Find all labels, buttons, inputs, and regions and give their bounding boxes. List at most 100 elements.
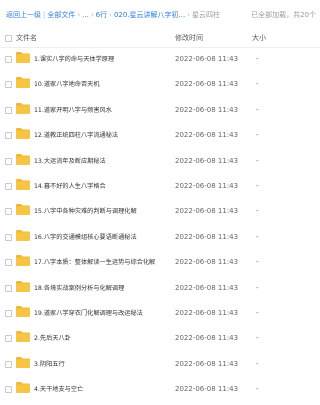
breadcrumb-separator: | — [43, 11, 46, 19]
folder-icon — [16, 178, 30, 190]
row-checkbox[interactable] — [5, 56, 12, 63]
folder-icon — [16, 280, 30, 292]
folder-icon — [16, 255, 30, 267]
file-list: 1.课实八字的命与天体学原理 2022-06-08 11:43 - 10.道家八… — [0, 47, 320, 402]
file-name[interactable]: 3.阴阳五行 — [34, 352, 65, 377]
file-row[interactable]: 3.阴阳五行 2022-06-08 11:43 - — [0, 352, 320, 377]
folder-icon — [16, 128, 30, 140]
file-modified-time: 2022-06-08 11:43 — [175, 131, 239, 140]
file-row[interactable]: 18.各境实战案例分析与化解调理 2022-06-08 11:43 - — [0, 276, 320, 301]
row-checkbox[interactable] — [5, 259, 12, 267]
file-name[interactable]: 15.八字中各种灾难的判断与调理化解 — [34, 199, 137, 224]
column-size-header[interactable]: 大小 — [252, 30, 266, 47]
file-row[interactable]: 17.八字本质：整体解读一生运势与综合化解 2022-06-08 11:43 - — [0, 250, 320, 275]
breadcrumb-level1[interactable]: 6行 — [96, 11, 107, 19]
file-size: - — [256, 207, 259, 216]
file-modified-time: 2022-06-08 11:43 — [175, 258, 239, 267]
file-name[interactable]: 17.八字本质：整体解读一生运势与综合化解 — [34, 250, 155, 275]
file-modified-time: 2022-06-08 11:43 — [175, 283, 239, 292]
file-size: - — [256, 181, 259, 190]
file-row[interactable]: 1.课实八字的命与天体学原理 2022-06-08 11:43 - — [0, 47, 320, 72]
breadcrumb-chevron: › — [77, 11, 81, 19]
file-name[interactable]: 14.暮不好的人生八字格合 — [34, 174, 106, 199]
file-modified-time: 2022-06-08 11:43 — [175, 181, 239, 190]
file-modified-time: 2022-06-08 11:43 — [175, 232, 239, 241]
row-checkbox[interactable] — [5, 106, 12, 114]
folder-icon — [16, 356, 30, 368]
folder-icon — [16, 153, 30, 165]
breadcrumb-chevron: › — [109, 11, 112, 19]
file-size: - — [256, 359, 259, 368]
file-modified-time: 2022-06-08 11:43 — [175, 55, 239, 63]
file-size: - — [256, 308, 259, 317]
file-size: - — [256, 283, 259, 292]
file-row[interactable]: 14.暮不好的人生八字格合 2022-06-08 11:43 - — [0, 174, 320, 199]
row-checkbox[interactable] — [5, 386, 12, 394]
file-row[interactable]: 11.道家开明八字与频害风水 2022-06-08 11:43 - — [0, 98, 320, 123]
file-row[interactable]: 15.八字中各种灾难的判断与调理化解 2022-06-08 11:43 - — [0, 199, 320, 224]
breadcrumb: 返回上一级 | 全部文件 ›... › 6行 › 020.星云讲解八字初... › 星云四柱 — [6, 0, 220, 30]
breadcrumb-current: 星云四柱 — [192, 11, 221, 19]
file-size: - — [256, 131, 259, 140]
file-size: - — [256, 105, 259, 114]
file-name[interactable]: 11.道家开明八字与频害风水 — [34, 98, 112, 123]
file-size: - — [256, 232, 259, 241]
row-checkbox[interactable] — [5, 157, 12, 165]
file-list-header: 文件名 修改时间 大小 — [0, 30, 320, 48]
file-row[interactable]: 19.道家八字穿衣门化解调理与改运秘法 2022-06-08 11:43 - — [0, 301, 320, 326]
file-name[interactable]: 4.天干地支与空亡 — [34, 377, 83, 402]
file-modified-time: 2022-06-08 11:43 — [175, 385, 239, 394]
file-size: - — [256, 385, 259, 394]
file-size: - — [256, 80, 259, 89]
file-row[interactable]: 12.道教正统四柱八字流通秘法 2022-06-08 11:43 - — [0, 123, 320, 148]
file-modified-time: 2022-06-08 11:43 — [175, 80, 239, 89]
file-size: - — [256, 334, 259, 343]
back-link[interactable]: 返回上一级 — [6, 11, 41, 19]
file-size: - — [256, 55, 259, 63]
folder-icon — [16, 229, 30, 241]
column-time-header[interactable]: 修改时间 — [175, 30, 203, 47]
file-name[interactable]: 1.课实八字的命与天体学原理 — [34, 47, 114, 72]
row-checkbox[interactable] — [5, 284, 12, 292]
breadcrumb-ellipsis[interactable]: ... — [82, 11, 89, 19]
breadcrumb-chevron: › — [90, 11, 94, 19]
file-name[interactable]: 2.先后天八卦 — [34, 326, 71, 351]
file-name[interactable]: 12.道教正统四柱八字流通秘法 — [34, 123, 118, 148]
file-name[interactable]: 18.各境实战案例分析与化解调理 — [34, 276, 124, 301]
folder-icon — [16, 305, 30, 317]
file-size: - — [256, 258, 259, 267]
folder-icon — [16, 52, 30, 63]
file-row[interactable]: 2.先后天八卦 2022-06-08 11:43 - — [0, 326, 320, 351]
file-modified-time: 2022-06-08 11:43 — [175, 207, 239, 216]
row-checkbox[interactable] — [5, 81, 12, 89]
folder-icon — [16, 102, 30, 114]
row-checkbox[interactable] — [5, 309, 12, 317]
breadcrumb-chevron: › — [187, 11, 191, 19]
column-name-header[interactable]: 文件名 — [16, 30, 37, 47]
file-row[interactable]: 16.八字的交通模组核心要语断通秘法 2022-06-08 11:43 - — [0, 225, 320, 250]
file-name[interactable]: 13.大运流年及断应期秘法 — [34, 149, 106, 174]
file-modified-time: 2022-06-08 11:43 — [175, 308, 239, 317]
file-name[interactable]: 10.道家八字地命否天机 — [34, 72, 100, 97]
file-modified-time: 2022-06-08 11:43 — [175, 156, 239, 165]
folder-icon — [16, 331, 30, 343]
row-checkbox[interactable] — [5, 182, 12, 190]
file-modified-time: 2022-06-08 11:43 — [175, 359, 239, 368]
file-row[interactable]: 4.天干地支与空亡 2022-06-08 11:43 - — [0, 377, 320, 402]
file-modified-time: 2022-06-08 11:43 — [175, 105, 239, 114]
folder-icon — [16, 382, 30, 394]
row-checkbox[interactable] — [5, 233, 12, 241]
breadcrumb-all-files[interactable]: 全部文件 — [47, 11, 75, 19]
file-row[interactable]: 13.大运流年及断应期秘法 2022-06-08 11:43 - — [0, 149, 320, 174]
file-name[interactable]: 19.道家八字穿衣门化解调理与改运秘法 — [34, 301, 143, 326]
loaded-count: 已全部加载，共20个 — [251, 11, 316, 19]
file-row[interactable]: 10.道家八字地命否天机 2022-06-08 11:43 - — [0, 72, 320, 97]
select-all-checkbox[interactable] — [5, 35, 12, 42]
row-checkbox[interactable] — [5, 360, 12, 368]
row-checkbox[interactable] — [5, 208, 12, 216]
breadcrumb-level2[interactable]: 020.星云讲解八字初... — [114, 11, 185, 19]
row-checkbox[interactable] — [5, 335, 12, 343]
file-size: - — [256, 156, 259, 165]
file-name[interactable]: 16.八字的交通模组核心要语断通秘法 — [34, 225, 137, 250]
row-checkbox[interactable] — [5, 132, 12, 140]
